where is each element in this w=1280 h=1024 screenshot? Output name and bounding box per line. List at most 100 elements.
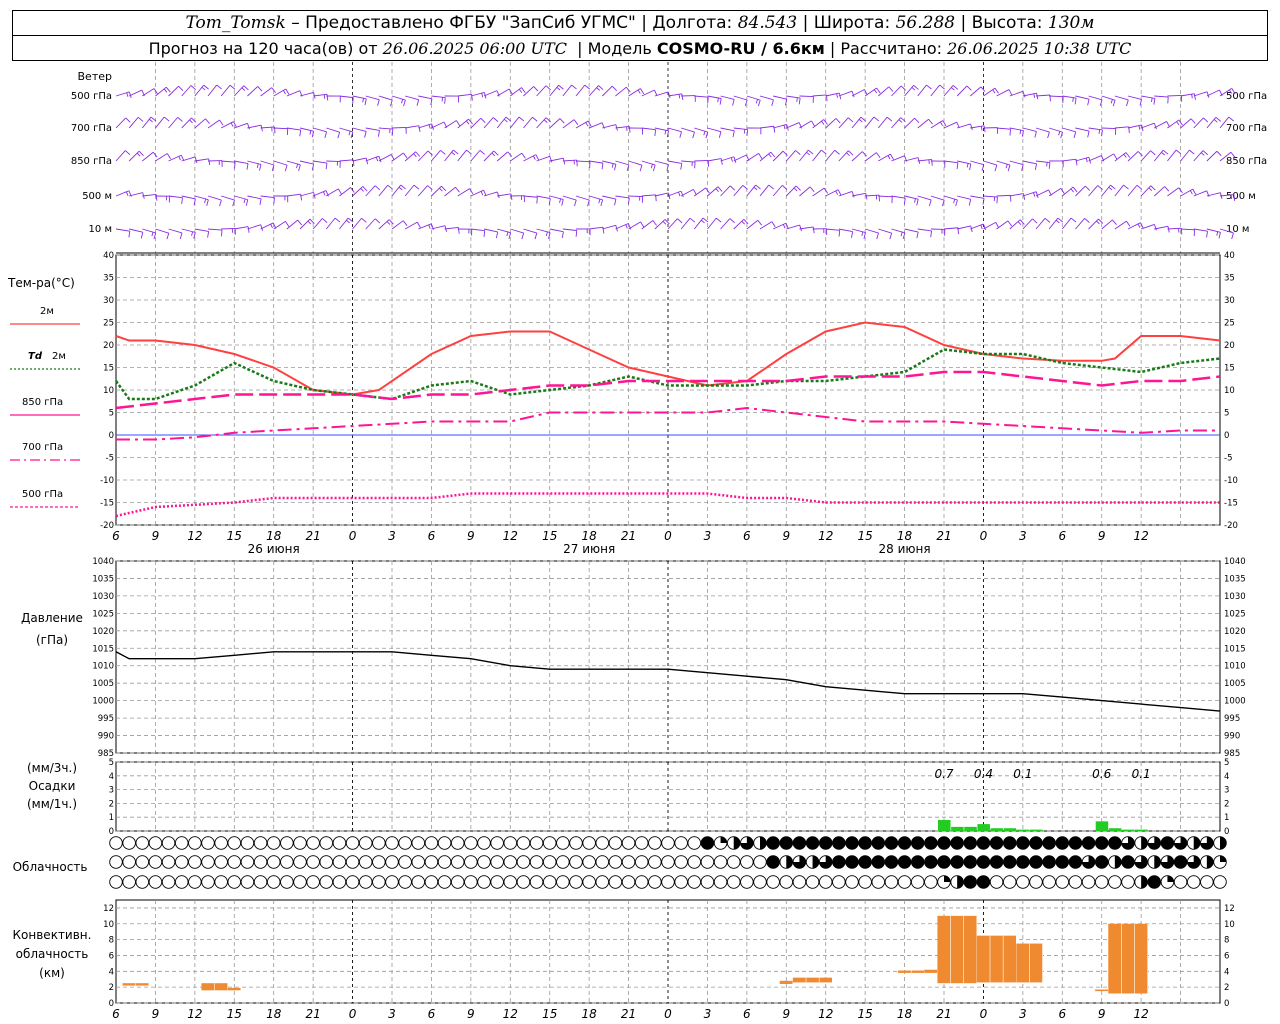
wind-barb: [128, 89, 143, 97]
cloud-circle: [582, 875, 596, 889]
wind-barb-feather: [455, 186, 460, 193]
cloud-fill-full: [1147, 875, 1161, 889]
ytick-right: 1040: [1224, 557, 1246, 567]
cloud-cover-icon: [674, 855, 688, 869]
conv-bar: [937, 915, 977, 984]
cloud-cover-icon: [437, 875, 452, 889]
wind-barb-feather: [1216, 231, 1219, 236]
cloud-circle: [174, 836, 189, 850]
cloud-circle: [556, 875, 570, 889]
wind-barb: [825, 118, 837, 129]
ytick-left: 1005: [92, 679, 114, 689]
wind-barb: [391, 220, 404, 230]
wind-barb-feather: [851, 231, 854, 238]
wind-barb: [352, 217, 362, 230]
wind-barb-feather: [205, 118, 210, 124]
wind-barb-feather: [427, 150, 433, 156]
hour-label: 18: [897, 1007, 913, 1021]
wind-barb-feather: [466, 149, 472, 155]
wind-barb-feather: [980, 126, 983, 131]
wind-barb-feather: [480, 117, 486, 123]
wind-barb: [286, 127, 301, 131]
cloud-cover-icon: [648, 875, 662, 889]
cloud-circle: [398, 855, 412, 869]
cloud-cover-icon: [516, 855, 531, 869]
cloud-cover-icon: [188, 875, 202, 889]
cloud-fill-full: [832, 836, 846, 850]
wind-barb-feather: [416, 99, 420, 106]
cloud-circle: [253, 875, 268, 889]
ytick-right: 40: [1224, 251, 1235, 261]
wind-barb: [996, 194, 1011, 197]
wind-level-label: 10 м: [1226, 224, 1249, 235]
wind-barb-feather: [703, 131, 706, 136]
wind-barb-feather: [757, 99, 761, 107]
cloud-cover-icon: [713, 836, 728, 850]
wind-barb: [799, 95, 814, 98]
cloud-circle: [266, 855, 281, 869]
cloud-circle: [411, 836, 426, 850]
wind-barb-feather: [846, 152, 850, 156]
cloud-circle: [385, 875, 399, 889]
wind-barb-feather: [503, 118, 508, 123]
cloud-circle: [174, 875, 189, 889]
cloud-cover-icon: [122, 836, 136, 850]
ytick-right: 4: [1224, 772, 1229, 782]
legend-label: 850 гПа: [22, 397, 63, 408]
cloud-fill-full: [1016, 855, 1030, 869]
wind-barb-feather: [1162, 149, 1169, 155]
wind-barb-feather: [1034, 163, 1038, 171]
wind-barb: [681, 127, 695, 133]
precip-bar: [951, 826, 964, 831]
legend-label: 2м: [52, 351, 66, 362]
cloud-circle: [266, 875, 281, 889]
wind-barb-feather: [1047, 131, 1050, 139]
cloud-cover-icon: [319, 836, 334, 850]
wind-barb: [917, 159, 932, 162]
wind-barb-feather: [876, 232, 879, 240]
cloud-cover-icon: [450, 875, 465, 889]
ytick-left: 0: [109, 827, 114, 837]
wind-barb-feather: [361, 217, 367, 223]
cloud-circle: [542, 855, 557, 869]
wind-barb: [917, 195, 932, 201]
cloud-circle: [293, 836, 307, 850]
cloud-circle: [372, 836, 386, 850]
hour-label: 0: [980, 1007, 988, 1021]
wind-barb: [431, 121, 445, 129]
wind-barb-feather: [386, 221, 391, 225]
cloud-cover-icon: [542, 855, 557, 869]
wind-barb: [444, 186, 456, 197]
wind-barb-feather: [559, 118, 565, 124]
ytick-left: 5: [109, 409, 114, 419]
wind-barb: [286, 219, 298, 230]
cloud-cover-icon: [1029, 875, 1043, 889]
wind-barb: [1153, 186, 1165, 197]
cloud-cover-icon: [1068, 836, 1083, 850]
wind-barb: [404, 151, 416, 162]
cloud-circle: [214, 875, 228, 889]
wind-barb: [943, 195, 958, 201]
cloud-fill-half: [1154, 855, 1161, 869]
wind-barb-feather: [729, 218, 735, 224]
ytick-left: 995: [98, 714, 114, 724]
wind-barb-feather: [532, 155, 536, 160]
cloud-circle: [174, 855, 189, 869]
cloud-cover-icon: [661, 855, 675, 869]
hour-label: 3: [1019, 529, 1027, 543]
wind-barb-feather: [664, 219, 670, 225]
cloud-circle: [529, 855, 544, 869]
wind-barb-feather: [178, 85, 184, 91]
cloud-cover-icon: [214, 836, 228, 850]
cloud-cover-icon: [582, 836, 596, 850]
wind-barb-feather: [587, 120, 592, 127]
hour-label: 0: [664, 529, 672, 543]
wind-barb: [247, 86, 259, 97]
wind-barb-feather: [1101, 129, 1103, 137]
pressure-grid: 985 985990 990995 9951000 10001005 10051010 10…: [92, 557, 1245, 759]
wind-barb-feather: [439, 187, 443, 192]
ytick-left: 8: [109, 936, 114, 946]
cloud-circle: [135, 855, 150, 869]
cloud-circle: [280, 875, 294, 889]
cloud-circle: [345, 836, 360, 850]
